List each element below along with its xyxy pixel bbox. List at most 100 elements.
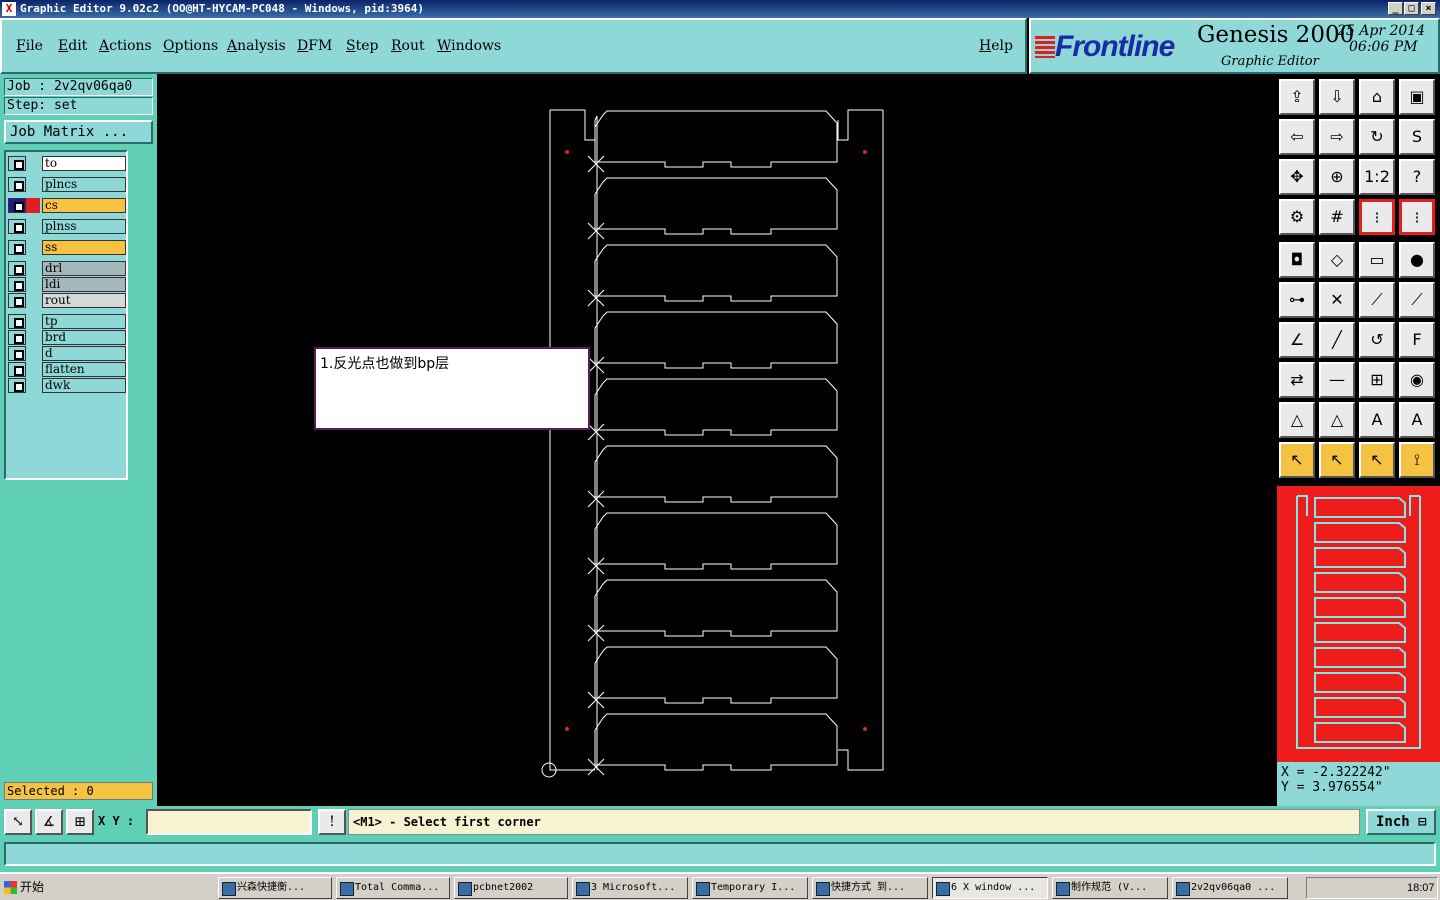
- taskbar-item[interactable]: Temporary I...: [692, 877, 808, 899]
- angle-mode-icon[interactable]: ∡: [35, 809, 63, 835]
- layer-name[interactable]: dwk: [42, 378, 126, 393]
- layer-name[interactable]: ss: [42, 240, 126, 255]
- circle-icon[interactable]: ●: [1399, 242, 1435, 278]
- mirror-icon[interactable]: S: [1399, 119, 1435, 155]
- menu-edit[interactable]: Edit: [58, 38, 87, 54]
- layer-checkbox[interactable]: [8, 277, 26, 292]
- export-icon[interactable]: ⇪: [1279, 79, 1315, 115]
- rotate-icon[interactable]: ↻: [1359, 119, 1395, 155]
- note-box[interactable]: 1.反光点也做到bp层: [314, 347, 590, 430]
- triangle-b-icon[interactable]: A: [1399, 402, 1435, 438]
- arc-icon[interactable]: ↺: [1359, 322, 1395, 358]
- graphic-canvas[interactable]: [157, 74, 1275, 806]
- taskbar-item[interactable]: pcbnet2002: [454, 877, 568, 899]
- layer-checkbox[interactable]: [8, 156, 26, 171]
- layer-checkbox[interactable]: [8, 177, 26, 192]
- menu-analysis[interactable]: Analysis: [227, 38, 286, 54]
- menu-rout[interactable]: Rout: [391, 38, 425, 54]
- layer-checkbox[interactable]: [8, 240, 26, 255]
- overview-minimap[interactable]: [1277, 486, 1440, 762]
- scale-1-2-icon[interactable]: 1:2: [1359, 159, 1395, 195]
- zoom-fit-icon[interactable]: ✥: [1279, 159, 1315, 195]
- grid-mode-icon[interactable]: ⊞: [66, 809, 94, 835]
- layer-checkbox[interactable]: [8, 219, 26, 234]
- pointer-box-icon[interactable]: ↖: [1319, 442, 1355, 478]
- import-icon[interactable]: ⇩: [1319, 79, 1355, 115]
- taskbar-item[interactable]: 快捷方式 到...: [812, 877, 928, 899]
- unit-selector[interactable]: Inch ⊟: [1366, 809, 1436, 835]
- layer-row-to[interactable]: to: [8, 156, 126, 171]
- menu-help[interactable]: Help: [979, 38, 1013, 54]
- home-icon[interactable]: ⌂: [1359, 79, 1395, 115]
- taskbar-item[interactable]: 制作规范 (V...: [1052, 877, 1168, 899]
- layer-row-flatten[interactable]: flatten: [8, 362, 126, 377]
- pan-right-icon[interactable]: ⇨: [1319, 119, 1355, 155]
- triangle-icon[interactable]: △: [1279, 402, 1315, 438]
- taskbar-item[interactable]: Total Comma...: [336, 877, 450, 899]
- layer-row-rout[interactable]: rout: [8, 293, 126, 308]
- layer-row-d[interactable]: d: [8, 346, 126, 361]
- polygon-icon[interactable]: ◇: [1319, 242, 1355, 278]
- taskbar-item[interactable]: 3 Microsoft...: [572, 877, 688, 899]
- layer-checkbox[interactable]: [8, 293, 26, 308]
- layer-row-plnss[interactable]: plnss: [8, 219, 126, 234]
- layer-name[interactable]: plnss: [42, 219, 126, 234]
- layer-name[interactable]: rout: [42, 293, 126, 308]
- shapes-icon[interactable]: ◉: [1399, 362, 1435, 398]
- menu-windows[interactable]: Windows: [437, 38, 501, 54]
- menu-actions[interactable]: Actions: [99, 38, 152, 54]
- taskbar-item[interactable]: 2v2qv06qa0 ...: [1172, 877, 1288, 899]
- text-icon[interactable]: F: [1399, 322, 1435, 358]
- layer-name[interactable]: plncs: [42, 177, 126, 192]
- layer-checkbox[interactable]: [8, 198, 26, 213]
- menu-step[interactable]: Step: [346, 38, 378, 54]
- pan-left-icon[interactable]: ⇦: [1279, 119, 1315, 155]
- zoom-center-icon[interactable]: ⊕: [1319, 159, 1355, 195]
- xy-input[interactable]: [146, 809, 312, 835]
- layer-checkbox[interactable]: [8, 261, 26, 276]
- triangle-a-icon[interactable]: A: [1359, 402, 1395, 438]
- line-icon[interactable]: ⟋: [1359, 282, 1395, 318]
- layer-row-dwk[interactable]: dwk: [8, 378, 126, 393]
- triangle-alt-icon[interactable]: △: [1319, 402, 1355, 438]
- pad-icon[interactable]: ◘: [1279, 242, 1315, 278]
- taskbar-item[interactable]: 6 X window ...: [932, 877, 1048, 899]
- taskbar-item[interactable]: 兴森快捷衡...: [218, 877, 332, 899]
- start-button[interactable]: 开始: [2, 877, 50, 899]
- snap-icon[interactable]: ⁝: [1359, 199, 1395, 235]
- layer-checkbox[interactable]: [8, 330, 26, 345]
- layer-row-brd[interactable]: brd: [8, 330, 126, 345]
- layer-checkbox[interactable]: [8, 378, 26, 393]
- layer-row-tp[interactable]: tp: [8, 314, 126, 329]
- job-matrix-button[interactable]: Job Matrix ...: [4, 120, 153, 144]
- move-icon[interactable]: ⇄: [1279, 362, 1315, 398]
- layer-name[interactable]: ldi: [42, 277, 126, 292]
- layer-checkbox[interactable]: [8, 346, 26, 361]
- window-icon[interactable]: ▣: [1399, 79, 1435, 115]
- layer-row-ldi[interactable]: ldi: [8, 277, 126, 292]
- pointer-icon[interactable]: ↖: [1279, 442, 1315, 478]
- layer-name[interactable]: cs: [42, 198, 126, 213]
- layer-name[interactable]: tp: [42, 314, 126, 329]
- measure-icon[interactable]: ⊞: [1359, 362, 1395, 398]
- layer-row-drl[interactable]: drl: [8, 261, 126, 276]
- layer-row-plncs[interactable]: plncs: [8, 177, 126, 192]
- snap-alt-icon[interactable]: ⁝: [1399, 199, 1435, 235]
- line-alt-icon[interactable]: ⟋: [1399, 282, 1435, 318]
- cross-icon[interactable]: ✕: [1319, 282, 1355, 318]
- layer-name[interactable]: to: [42, 156, 126, 171]
- maximize-button[interactable]: □: [1404, 2, 1419, 15]
- layer-checkbox[interactable]: [8, 362, 26, 377]
- menu-file[interactable]: File: [16, 38, 43, 54]
- grid-icon[interactable]: #: [1319, 199, 1355, 235]
- layer-row-ss[interactable]: ss: [8, 240, 126, 255]
- slash-icon[interactable]: ╱: [1319, 322, 1355, 358]
- help-icon[interactable]: ?: [1399, 159, 1435, 195]
- layer-name[interactable]: flatten: [42, 362, 126, 377]
- pointer-circle-icon[interactable]: ↖: [1359, 442, 1395, 478]
- layer-row-cs[interactable]: cs: [8, 198, 126, 213]
- pointer-node-icon[interactable]: ⟟: [1399, 442, 1435, 478]
- layer-name[interactable]: drl: [42, 261, 126, 276]
- close-button[interactable]: ×: [1421, 2, 1436, 15]
- alert-icon[interactable]: !: [318, 809, 346, 835]
